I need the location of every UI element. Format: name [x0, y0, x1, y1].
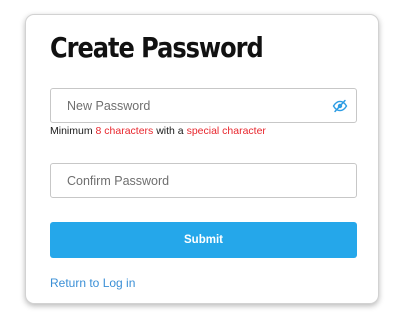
confirm-password-field[interactable] [50, 163, 357, 198]
confirm-password-input[interactable] [51, 164, 356, 197]
hint-prefix: Minimum [50, 125, 96, 137]
eye-slash-icon[interactable] [332, 99, 348, 113]
new-password-field[interactable] [50, 88, 357, 123]
submit-button[interactable]: Submit [50, 222, 357, 258]
create-password-card: Create Password Minimum 8 characters wit… [25, 14, 379, 304]
hint-special-requirement: special character [186, 125, 266, 137]
hint-length-requirement: 8 characters [95, 125, 154, 137]
page-title: Create Password [50, 31, 264, 64]
hint-middle: with a [153, 125, 187, 137]
new-password-input[interactable] [51, 89, 356, 122]
return-to-login-link[interactable]: Return to Log in [50, 276, 135, 290]
password-hint: Minimum 8 characters with a special char… [50, 125, 266, 137]
